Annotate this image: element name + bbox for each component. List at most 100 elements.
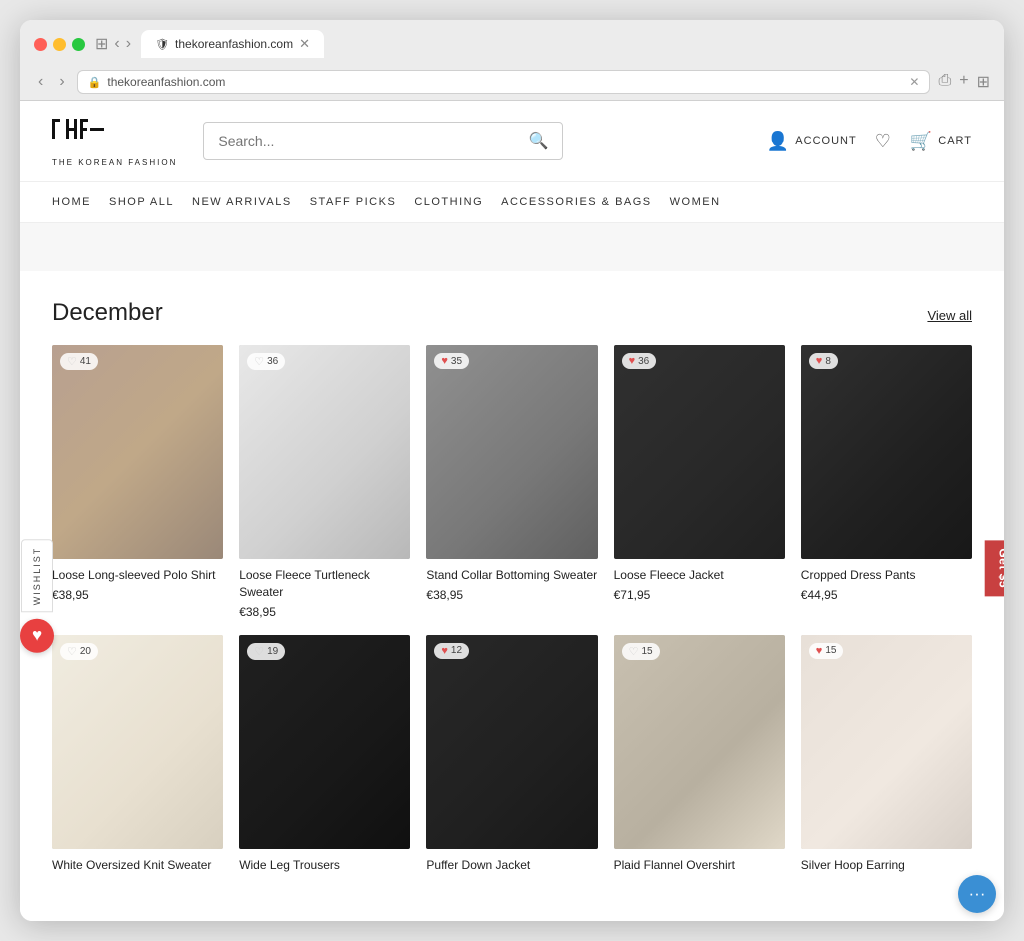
page-wrapper: WISHLIST ♥ Get $5 December View all	[20, 271, 1004, 921]
nav-new-arrivals[interactable]: NEW ARRIVALS	[192, 182, 310, 222]
wishlist-badge-7[interactable]: ♡ 19	[247, 643, 285, 660]
product-card-10[interactable]: ♥ 15 Silver Hoop Earring	[801, 635, 972, 874]
product-price-5: €44,95	[801, 588, 972, 602]
product-card-7[interactable]: ♡ 19 Wide Leg Trousers	[239, 635, 410, 874]
product-card-3[interactable]: ♥ 35 Stand Collar Bottoming Sweater €38,…	[426, 345, 597, 619]
search-bar[interactable]: 🔍	[203, 122, 563, 160]
logo[interactable]: The Korean Fashion	[52, 115, 177, 167]
browser-controls: ⊞ ‹ ›	[95, 34, 131, 54]
heart-filled-icon: ♥	[816, 645, 823, 657]
heart-outline-icon: ♡	[254, 355, 264, 368]
grid-icon[interactable]: ⊞	[977, 72, 990, 92]
logo-subtitle: The Korean Fashion	[52, 158, 177, 167]
product-image-9	[614, 635, 785, 849]
nav-clothing[interactable]: CLOTHING	[414, 182, 501, 222]
product-name-1: Loose Long-sleeved Polo Shirt	[52, 567, 223, 584]
nav-shop-all[interactable]: SHOP ALL	[109, 182, 192, 222]
wishlist-count-5: 8	[825, 356, 831, 367]
heart-filled-icon: ♥	[441, 355, 448, 367]
wishlist-badge-10[interactable]: ♥ 15	[809, 643, 844, 659]
product-card-1[interactable]: ♡ 41 Loose Long-sleeved Polo Shirt €38,9…	[52, 345, 223, 619]
product-name-5: Cropped Dress Pants	[801, 567, 972, 584]
heart-outline-icon: ♡	[254, 645, 264, 658]
wishlist-button[interactable]: ♡	[875, 131, 892, 152]
heart-icon: ♡	[875, 131, 892, 152]
nav-home[interactable]: HOME	[52, 182, 109, 222]
wishlist-badge-8[interactable]: ♥ 12	[434, 643, 469, 659]
wishlist-label[interactable]: WISHLIST	[21, 540, 53, 613]
product-name-4: Loose Fleece Jacket	[614, 567, 785, 584]
product-price-4: €71,95	[614, 588, 785, 602]
heart-filled-icon: ♥	[629, 355, 636, 367]
heart-filled-icon: ♥	[816, 355, 823, 367]
browser-tab[interactable]: 🛡 thekoreanfashion.com ✕	[141, 30, 324, 58]
product-price-3: €38,95	[426, 588, 597, 602]
search-input[interactable]	[218, 133, 520, 149]
wishlist-badge-9[interactable]: ♡ 15	[622, 643, 660, 660]
product-card-6[interactable]: ♡ 20 White Oversized Knit Sweater	[52, 635, 223, 874]
maximize-button[interactable]	[72, 38, 85, 51]
product-image-4	[614, 345, 785, 559]
product-card-2[interactable]: ♡ 36 Loose Fleece Turtleneck Sweater €38…	[239, 345, 410, 619]
product-name-2: Loose Fleece Turtleneck Sweater	[239, 567, 410, 601]
url-clear-icon[interactable]: ✕	[909, 75, 919, 89]
wishlist-badge-1[interactable]: ♡ 41	[60, 353, 98, 370]
product-card-9[interactable]: ♡ 15 Plaid Flannel Overshirt	[614, 635, 785, 874]
wishlist-badge-6[interactable]: ♡ 20	[60, 643, 98, 660]
wishlist-count-1: 41	[80, 356, 91, 367]
address-bar-row: ‹ › 🔒 thekoreanfashion.com ✕ ⎙ + ⊞	[34, 66, 990, 100]
product-name-10: Silver Hoop Earring	[801, 857, 972, 874]
forward-icon[interactable]: ›	[126, 35, 131, 53]
wishlist-count-2: 36	[267, 356, 278, 367]
product-card-4[interactable]: ♥ 36 Loose Fleece Jacket €71,95	[614, 345, 785, 619]
section-header: December View all	[52, 299, 972, 327]
traffic-lights	[34, 38, 85, 51]
product-name-3: Stand Collar Bottoming Sweater	[426, 567, 597, 584]
cart-label: CART	[938, 135, 972, 147]
wishlist-count-10: 15	[825, 645, 836, 656]
account-button[interactable]: 👤 ACCOUNT	[767, 131, 857, 152]
back-icon[interactable]: ‹	[114, 35, 119, 53]
product-price-2: €38,95	[239, 605, 410, 619]
tab-grid-icon[interactable]: ⊞	[95, 34, 108, 54]
view-all-link[interactable]: View all	[927, 308, 972, 323]
product-name-9: Plaid Flannel Overshirt	[614, 857, 785, 874]
search-icon[interactable]: 🔍	[528, 131, 548, 151]
logo-text	[52, 115, 177, 156]
get5-button[interactable]: Get $5	[985, 541, 1004, 597]
tab-close-icon[interactable]: ✕	[299, 36, 310, 52]
address-bar[interactable]: 🔒 thekoreanfashion.com ✕	[77, 70, 931, 94]
product-card-5[interactable]: ♥ 8 Cropped Dress Pants €44,95	[801, 345, 972, 619]
close-button[interactable]	[34, 38, 47, 51]
nav-accessories-bags[interactable]: ACCESSORIES & BAGS	[501, 182, 669, 222]
browser-actions: ⎙ + ⊞	[938, 72, 990, 92]
wishlist-count-8: 12	[451, 645, 462, 656]
product-image-1	[52, 345, 223, 559]
wishlist-sidebar[interactable]: WISHLIST ♥	[20, 540, 54, 653]
wishlist-count-9: 15	[641, 646, 652, 657]
browser-chrome: ⊞ ‹ › 🛡 thekoreanfashion.com ✕ ‹ › 🔒 the…	[20, 20, 1004, 101]
nav-women[interactable]: WOMEN	[670, 182, 739, 222]
hero-banner	[20, 223, 1004, 271]
share-icon[interactable]: ⎙	[938, 72, 951, 92]
wishlist-badge-4[interactable]: ♥ 36	[622, 353, 657, 369]
account-label: ACCOUNT	[795, 135, 856, 147]
heart-filled-icon: ♥	[441, 645, 448, 657]
nav-staff-picks[interactable]: STAFF PICKS	[310, 182, 415, 222]
back-nav-button[interactable]: ‹	[34, 71, 47, 93]
product-grid-row1: ♡ 41 Loose Long-sleeved Polo Shirt €38,9…	[52, 345, 972, 619]
wishlist-badge-3[interactable]: ♥ 35	[434, 353, 469, 369]
wishlist-heart-button[interactable]: ♥	[20, 618, 54, 652]
product-card-8[interactable]: ♥ 12 Puffer Down Jacket	[426, 635, 597, 874]
product-image-3	[426, 345, 597, 559]
product-grid-row2: ♡ 20 White Oversized Knit Sweater ♡ 19	[52, 635, 972, 874]
forward-nav-button[interactable]: ›	[55, 71, 68, 93]
product-image-2	[239, 345, 410, 559]
wishlist-badge-5[interactable]: ♥ 8	[809, 353, 838, 369]
minimize-button[interactable]	[53, 38, 66, 51]
new-tab-icon[interactable]: +	[959, 72, 968, 92]
cart-icon: 🛒	[910, 131, 933, 152]
cart-button[interactable]: 🛒 CART	[910, 131, 972, 152]
page-content: The Korean Fashion 🔍 👤 ACCOUNT ♡ 🛒 CART	[20, 101, 1004, 921]
wishlist-badge-2[interactable]: ♡ 36	[247, 353, 285, 370]
